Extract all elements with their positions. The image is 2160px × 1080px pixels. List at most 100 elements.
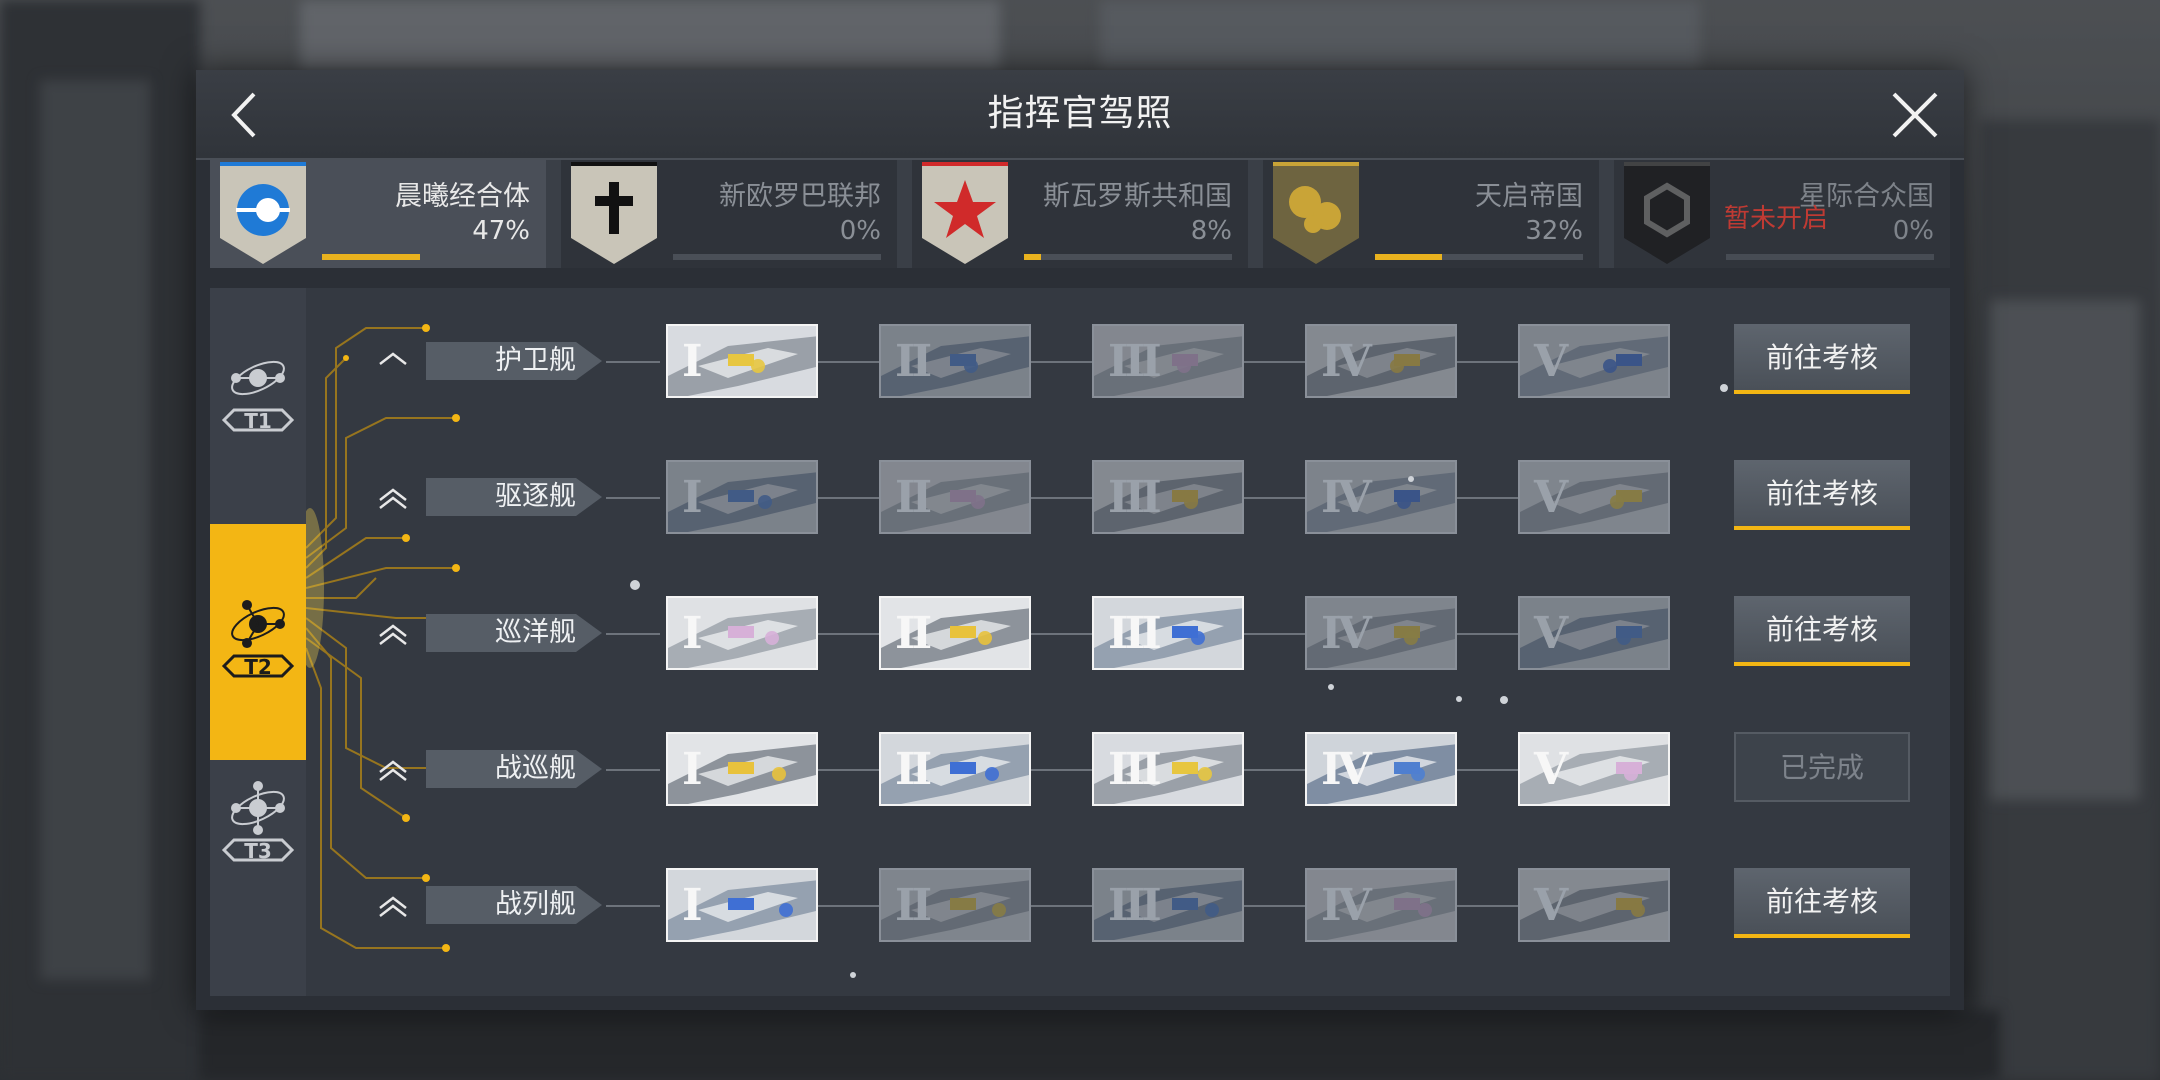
ship-class-label: 驱逐舰 xyxy=(495,481,576,512)
grade-numeral: I xyxy=(682,336,702,387)
grade-numeral: II xyxy=(895,744,932,795)
orbs-emblem-icon xyxy=(1273,162,1359,264)
ship-license-card[interactable]: I xyxy=(666,868,818,942)
rank-chevron-icon xyxy=(379,624,407,645)
driver-license-panel: 指挥官驾照 晨曦经合体 47% 新欧罗巴联邦 0% 斯瓦罗斯共和国 8% 天启帝国 32% 星际… xyxy=(196,70,1964,1010)
sparkle-dot xyxy=(1500,696,1508,704)
ship-license-card[interactable]: IV xyxy=(1305,460,1457,534)
faction-name: 新欧罗巴联邦 xyxy=(719,181,881,212)
hex-emblem-icon xyxy=(1624,162,1710,264)
grade-numeral: IV xyxy=(1321,472,1372,523)
ship-class-label: 战列舰 xyxy=(495,889,576,920)
ship-class-row: 战列舰 I II III IV V 前往考核 xyxy=(306,866,1950,946)
ship-license-card[interactable]: II xyxy=(879,732,1031,806)
faction-progress-fill xyxy=(322,254,420,260)
go-assess-button[interactable]: 前往考核 xyxy=(1734,596,1910,666)
sparkle-dot xyxy=(630,580,640,590)
connector-line xyxy=(1244,769,1305,771)
faction-percent: 0% xyxy=(839,216,881,246)
ship-license-card[interactable]: V xyxy=(1518,868,1670,942)
grade-numeral: II xyxy=(895,336,932,387)
faction-name: 天启帝国 xyxy=(1475,181,1583,212)
dawn-emblem-icon xyxy=(220,162,306,264)
grade-numeral: III xyxy=(1108,472,1162,523)
ship-class-row: 驱逐舰 I II III IV V 前往考核 xyxy=(306,458,1950,538)
ship-license-card[interactable]: III xyxy=(1092,324,1244,398)
ship-license-card[interactable]: IV xyxy=(1305,868,1457,942)
connector-line xyxy=(1244,633,1305,635)
ship-license-card[interactable]: III xyxy=(1092,868,1244,942)
connector-line xyxy=(1457,769,1518,771)
ship-license-card[interactable]: III xyxy=(1092,596,1244,670)
grade-numeral: IV xyxy=(1321,336,1372,387)
tier-tab-t2[interactable]: T2 xyxy=(210,524,306,760)
grade-numeral: V xyxy=(1534,608,1568,659)
ship-license-card[interactable]: IV xyxy=(1305,324,1457,398)
connector-line xyxy=(606,769,660,771)
ship-license-card[interactable]: II xyxy=(879,460,1031,534)
sparkle-dot xyxy=(1456,696,1462,702)
faction-percent: 0% xyxy=(1892,216,1934,246)
tier-tab-t3[interactable]: T3 xyxy=(210,758,306,994)
faction-progress-bar xyxy=(1726,254,1934,260)
connector-line xyxy=(1457,633,1518,635)
go-assess-button[interactable]: 前往考核 xyxy=(1734,324,1910,394)
ship-license-card[interactable]: II xyxy=(879,596,1031,670)
connector-line xyxy=(1457,361,1518,363)
faction-tab[interactable]: 天启帝国 32% xyxy=(1263,160,1599,268)
completed-button[interactable]: 已完成 xyxy=(1734,732,1910,802)
ship-license-card[interactable]: III xyxy=(1092,732,1244,806)
grade-numeral: III xyxy=(1108,608,1162,659)
faction-percent: 47% xyxy=(472,216,530,246)
faction-tab[interactable]: 新欧罗巴联邦 0% xyxy=(561,160,897,268)
connector-line xyxy=(606,633,660,635)
ship-license-card[interactable]: IV xyxy=(1305,732,1457,806)
ship-license-card[interactable]: I xyxy=(666,596,818,670)
grade-numeral: V xyxy=(1534,336,1568,387)
grade-numeral: II xyxy=(895,472,932,523)
grade-numeral: I xyxy=(682,608,702,659)
ship-license-card[interactable]: I xyxy=(666,732,818,806)
ship-license-card[interactable]: II xyxy=(879,868,1031,942)
connector-line xyxy=(818,633,879,635)
ship-license-card[interactable]: I xyxy=(666,324,818,398)
connector-line xyxy=(1457,905,1518,907)
grade-numeral: II xyxy=(895,880,932,931)
ship-license-card[interactable]: V xyxy=(1518,324,1670,398)
go-assess-button[interactable]: 前往考核 xyxy=(1734,868,1910,938)
ship-license-card[interactable]: V xyxy=(1518,732,1670,806)
faction-tab[interactable]: 星际合众国 0% 暂未开启 xyxy=(1614,160,1950,268)
molecule-icon: T2 xyxy=(221,599,295,679)
faction-tab[interactable]: 斯瓦罗斯共和国 8% xyxy=(912,160,1248,268)
ship-license-card[interactable]: V xyxy=(1518,460,1670,534)
connector-line xyxy=(1031,497,1092,499)
ship-class-label: 护卫舰 xyxy=(495,345,576,376)
connector-line xyxy=(606,905,660,907)
grade-numeral: I xyxy=(682,880,702,931)
grade-numeral: V xyxy=(1534,744,1568,795)
ship-license-card[interactable]: III xyxy=(1092,460,1244,534)
ship-license-grid: T1 T2 T3 护卫舰 I II III IV V 前往考核 驱逐舰 I II… xyxy=(210,288,1950,996)
go-assess-button[interactable]: 前往考核 xyxy=(1734,460,1910,530)
rank-chevron-icon xyxy=(379,488,407,509)
ship-license-card[interactable]: I xyxy=(666,460,818,534)
ship-license-card[interactable]: IV xyxy=(1305,596,1457,670)
connector-line xyxy=(1244,497,1305,499)
close-button[interactable] xyxy=(1888,88,1942,142)
ship-class-row: 护卫舰 I II III IV V 前往考核 xyxy=(306,322,1950,402)
faction-progress-bar xyxy=(322,254,530,260)
faction-tab[interactable]: 晨曦经合体 47% xyxy=(210,160,546,268)
connector-line xyxy=(818,769,879,771)
grade-numeral: V xyxy=(1534,880,1568,931)
grade-numeral: IV xyxy=(1321,608,1372,659)
sparkle-dot xyxy=(1328,684,1334,690)
ship-license-card[interactable]: V xyxy=(1518,596,1670,670)
connector-line xyxy=(1457,497,1518,499)
rank-chevron-icon xyxy=(379,896,407,917)
tier-selector: T1 T2 T3 xyxy=(210,288,306,996)
faction-progress-fill xyxy=(1375,254,1442,260)
connector-line xyxy=(1031,633,1092,635)
ship-license-card[interactable]: II xyxy=(879,324,1031,398)
connector-line xyxy=(818,497,879,499)
faction-percent: 32% xyxy=(1525,216,1583,246)
